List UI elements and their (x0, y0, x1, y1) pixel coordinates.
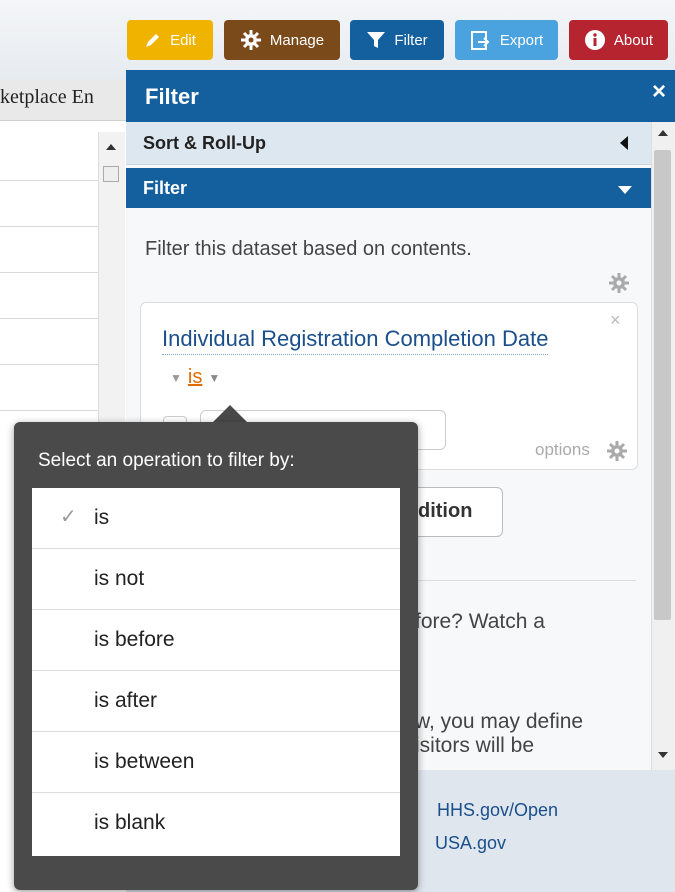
grid-row-divider (0, 180, 98, 181)
footer-link-usa-gov[interactable]: USA.gov (435, 833, 506, 854)
popup-pointer (212, 405, 248, 423)
condition-options-link[interactable]: options (535, 440, 590, 460)
operation-label: is before (94, 628, 175, 651)
grid-row-divider (0, 272, 98, 273)
panel-title: Filter (145, 84, 199, 109)
operation-label: is not (94, 567, 145, 590)
sort-rollup-label: Sort & Roll-Up (143, 133, 266, 153)
chevron-down-icon: ▼ (208, 370, 221, 385)
settings-gear-icon[interactable] (608, 272, 630, 294)
export-button[interactable]: Export (455, 20, 558, 60)
grid-header-label: ketplace En (0, 86, 94, 108)
export-icon (470, 31, 490, 50)
scroll-up-icon[interactable] (106, 144, 116, 150)
close-icon[interactable]: × (652, 78, 666, 106)
operation-label: is after (94, 689, 158, 712)
help-text: w, you may define (415, 710, 584, 733)
checkmark-icon: ✓ (60, 506, 77, 528)
operation-option-is-before[interactable]: is before (32, 610, 400, 671)
help-text: fore? Watch a (415, 610, 545, 633)
operation-option-is-between[interactable]: is between (32, 732, 400, 793)
add-condition-label: dition (418, 500, 473, 522)
operation-option-is-not[interactable]: is not (32, 549, 400, 610)
operation-option-is-blank[interactable]: is blank (32, 793, 400, 854)
grid-row-divider (0, 318, 98, 319)
grid-row-divider (0, 410, 98, 411)
grid-scrollbar[interactable] (98, 132, 125, 432)
operation-label: is (94, 506, 110, 529)
grid-row-divider (0, 226, 98, 227)
pencil-icon (146, 34, 160, 47)
operation-option-is-after[interactable]: is after (32, 671, 400, 732)
footer-link-hhs-open[interactable]: HHS.gov/Open (437, 800, 558, 821)
operator-value[interactable]: is (188, 366, 202, 389)
grid-row-divider (0, 364, 98, 365)
remove-condition-icon[interactable]: × (610, 310, 621, 331)
filter-icon (367, 32, 386, 48)
filter-section[interactable] (126, 168, 651, 208)
filter-button[interactable]: Filter (350, 20, 444, 60)
scroll-down-icon[interactable] (658, 752, 668, 758)
filter-section-label: Filter (143, 178, 188, 198)
manage-button[interactable]: Manage (224, 20, 340, 60)
chevron-down-icon[interactable] (618, 186, 632, 194)
operator-selector[interactable]: ▼ is ▼ (170, 366, 220, 389)
chevron-left-icon[interactable] (620, 136, 628, 150)
gear-icon (240, 30, 261, 50)
scroll-thumb[interactable] (654, 150, 671, 620)
chevron-down-icon: ▼ (170, 370, 182, 385)
filter-panel-header (126, 70, 675, 122)
options-gear-icon[interactable] (606, 440, 628, 462)
grid-menu-icon[interactable] (103, 166, 119, 182)
operation-label: is blank (94, 811, 166, 834)
filter-description: Filter this dataset based on contents. (145, 238, 472, 260)
help-text: isitors will be (415, 734, 535, 757)
operation-option-is[interactable]: ✓ is (32, 488, 400, 549)
edit-button[interactable]: Edit (127, 20, 213, 60)
scroll-up-icon[interactable] (658, 130, 668, 136)
popup-title: Select an operation to filter by: (38, 450, 295, 471)
condition-column-label[interactable]: Individual Registration Completion Date (162, 326, 549, 355)
about-button[interactable]: About (569, 20, 668, 60)
info-icon (584, 30, 605, 50)
operation-label: is between (94, 750, 195, 773)
